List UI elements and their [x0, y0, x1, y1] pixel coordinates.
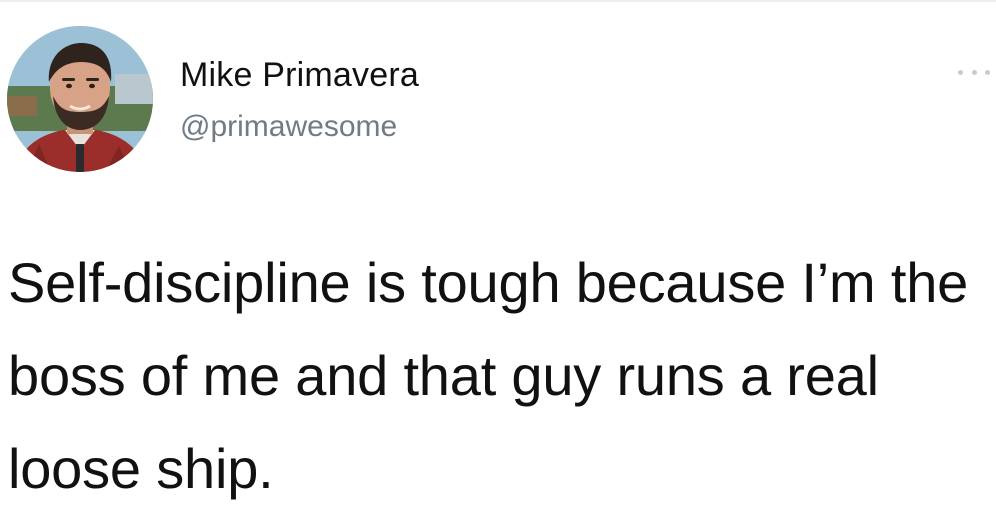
display-name[interactable]: Mike Primavera — [180, 56, 419, 95]
more-dots-icon — [971, 69, 977, 75]
more-options-button[interactable] — [958, 62, 990, 82]
profile-photo-icon — [7, 26, 153, 172]
more-dots-icon — [985, 69, 990, 75]
more-dots-icon — [958, 69, 963, 75]
avatar[interactable] — [7, 26, 153, 172]
tweet-card: Mike Primavera @primawesome Self-discipl… — [0, 0, 996, 506]
tweet-text: Self-discipline is tough because I’m the… — [8, 251, 984, 500]
user-handle[interactable]: @primawesome — [180, 110, 397, 144]
